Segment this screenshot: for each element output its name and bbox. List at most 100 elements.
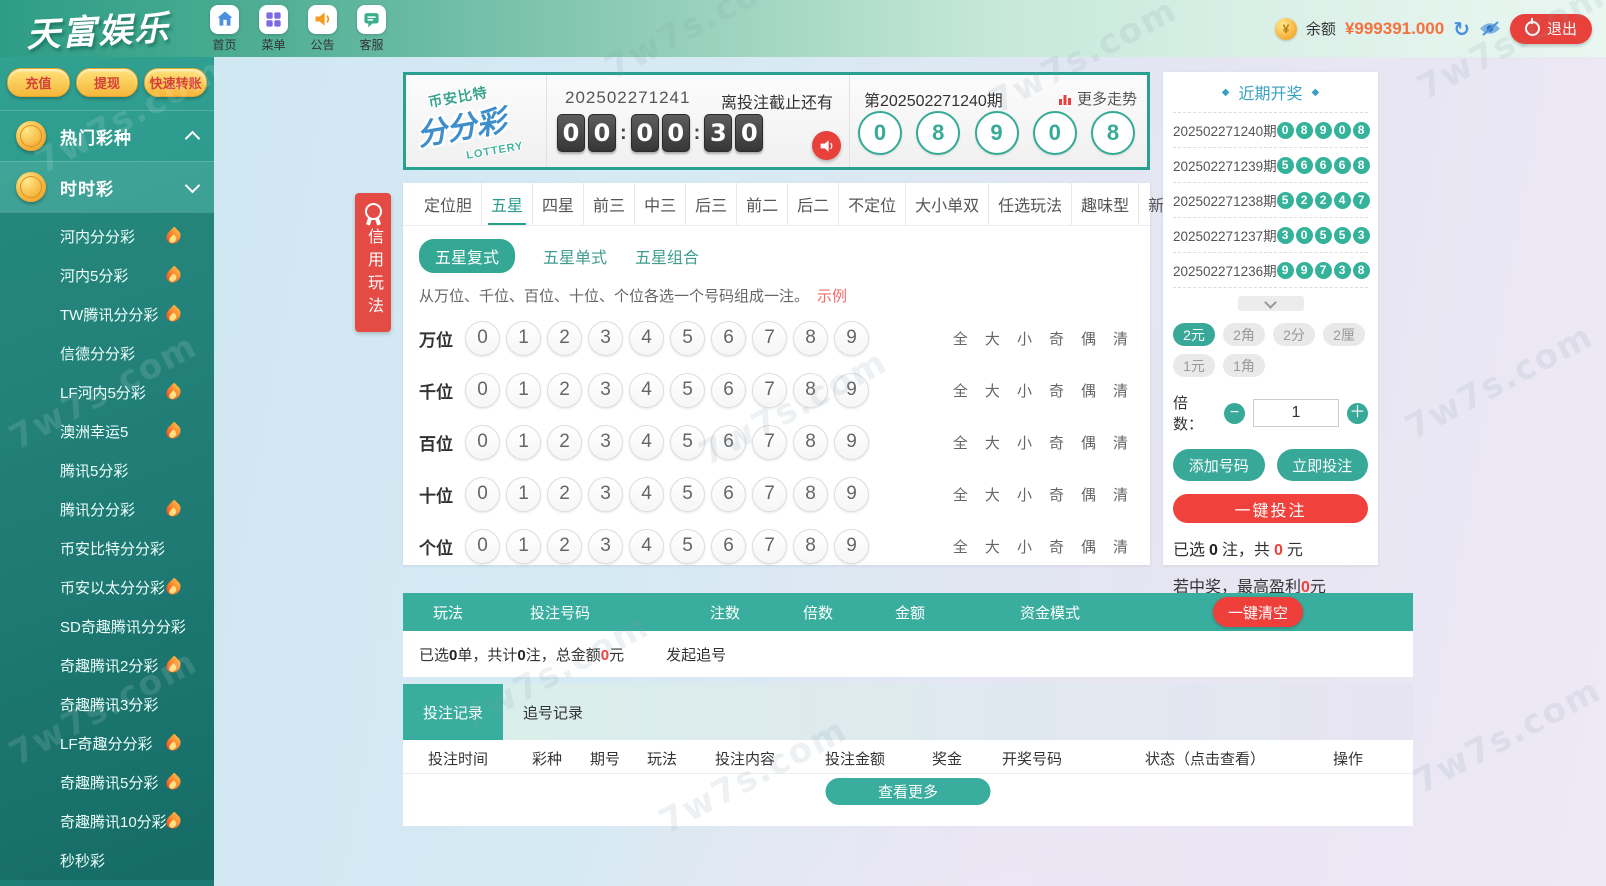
- logout-button[interactable]: 退出: [1509, 13, 1592, 44]
- sidebar-item-lottery[interactable]: 腾讯分分彩: [0, 490, 214, 529]
- view-more-button[interactable]: 查看更多: [825, 778, 991, 805]
- number-ball[interactable]: 4: [629, 372, 664, 408]
- number-ball[interactable]: 2: [547, 528, 582, 564]
- nav-item-menu[interactable]: 菜单: [259, 4, 288, 53]
- number-ball[interactable]: 7: [752, 372, 787, 408]
- number-ball[interactable]: 3: [588, 424, 623, 460]
- plus-button[interactable]: ＋: [1347, 402, 1368, 424]
- sound-button[interactable]: [812, 131, 841, 160]
- expand-recent-button[interactable]: [1237, 295, 1304, 311]
- sidebar-section-hot[interactable]: 热门彩种: [0, 110, 214, 161]
- number-ball[interactable]: 3: [588, 372, 623, 408]
- unit-button[interactable]: 2角: [1223, 323, 1265, 346]
- number-ball[interactable]: 9: [834, 528, 869, 564]
- quick-pick[interactable]: 大: [985, 380, 1000, 401]
- tab-前三[interactable]: 前三: [584, 183, 636, 225]
- tab-五星[interactable]: 五星: [482, 183, 534, 225]
- add-number-button[interactable]: 添加号码: [1173, 449, 1265, 481]
- number-ball[interactable]: 1: [506, 424, 541, 460]
- quick-pick[interactable]: 大: [985, 536, 1000, 557]
- number-ball[interactable]: 7: [752, 320, 787, 356]
- number-ball[interactable]: 6: [711, 372, 746, 408]
- sidebar-item-lottery[interactable]: 奇趣腾讯3分彩: [0, 685, 214, 724]
- quick-pick[interactable]: 大: [985, 328, 1000, 349]
- number-ball[interactable]: 1: [506, 320, 541, 356]
- number-ball[interactable]: 7: [752, 424, 787, 460]
- number-ball[interactable]: 0: [465, 320, 500, 356]
- tab-任选玩法[interactable]: 任选玩法: [989, 183, 1073, 225]
- number-ball[interactable]: 5: [670, 424, 705, 460]
- tab-不定位[interactable]: 不定位: [839, 183, 907, 225]
- number-ball[interactable]: 0: [465, 424, 500, 460]
- quick-pick[interactable]: 小: [1017, 432, 1032, 453]
- number-ball[interactable]: 6: [711, 476, 746, 512]
- quick-pick[interactable]: 全: [953, 380, 968, 401]
- sidebar-item-lottery[interactable]: 秒秒彩: [0, 841, 214, 880]
- mode-tab[interactable]: 五星复式: [419, 239, 516, 273]
- quick-pick[interactable]: 全: [953, 536, 968, 557]
- number-ball[interactable]: 8: [793, 372, 828, 408]
- example-link[interactable]: 示例: [817, 288, 847, 305]
- number-ball[interactable]: 9: [834, 320, 869, 356]
- withdraw-button[interactable]: 提现: [75, 68, 139, 97]
- bet-now-button[interactable]: 立即投注: [1276, 449, 1368, 481]
- number-ball[interactable]: 2: [547, 372, 582, 408]
- one-key-bet-button[interactable]: 一键投注: [1173, 494, 1368, 523]
- unit-button[interactable]: 2厘: [1323, 323, 1365, 346]
- tab-四星[interactable]: 四星: [533, 183, 585, 225]
- minus-button[interactable]: −: [1224, 402, 1245, 424]
- number-ball[interactable]: 6: [711, 424, 746, 460]
- unit-button[interactable]: 2分: [1273, 323, 1315, 346]
- quick-pick[interactable]: 大: [985, 484, 1000, 505]
- unit-button[interactable]: 1元: [1173, 354, 1215, 377]
- tab-后三[interactable]: 后三: [686, 183, 738, 225]
- number-ball[interactable]: 9: [834, 372, 869, 408]
- number-ball[interactable]: 8: [793, 476, 828, 512]
- quick-pick[interactable]: 偶: [1081, 432, 1096, 453]
- tab-中三[interactable]: 中三: [635, 183, 687, 225]
- multiplier-input[interactable]: [1253, 399, 1339, 427]
- sidebar-item-lottery[interactable]: 币安比特分分彩: [0, 529, 214, 568]
- number-ball[interactable]: 4: [629, 528, 664, 564]
- number-ball[interactable]: 1: [506, 372, 541, 408]
- sidebar-item-lottery[interactable]: 河内5分彩: [0, 256, 214, 295]
- number-ball[interactable]: 3: [588, 528, 623, 564]
- sidebar-section-ssc[interactable]: 时时彩: [0, 161, 214, 212]
- number-ball[interactable]: 3: [588, 320, 623, 356]
- credit-play-tag[interactable]: 信用玩法: [355, 193, 391, 332]
- quick-pick[interactable]: 全: [953, 328, 968, 349]
- unit-button[interactable]: 1角: [1223, 354, 1265, 377]
- quick-pick[interactable]: 奇: [1049, 432, 1064, 453]
- sidebar-item-lottery[interactable]: 信德分分彩: [0, 334, 214, 373]
- nav-item-notice[interactable]: 公告: [308, 4, 337, 53]
- sidebar-item-lottery[interactable]: 河内分分彩: [0, 217, 214, 256]
- quick-pick[interactable]: 偶: [1081, 380, 1096, 401]
- mode-tab[interactable]: 五星单式: [543, 244, 607, 268]
- quick-pick[interactable]: 偶: [1081, 484, 1096, 505]
- number-ball[interactable]: 5: [670, 528, 705, 564]
- number-ball[interactable]: 3: [588, 476, 623, 512]
- sidebar-item-lottery[interactable]: LF河内5分彩: [0, 373, 214, 412]
- sidebar-item-lottery[interactable]: 澳洲幸运5: [0, 412, 214, 451]
- quick-pick[interactable]: 偶: [1081, 328, 1096, 349]
- quick-pick[interactable]: 清: [1113, 380, 1128, 401]
- refresh-icon[interactable]: [1453, 19, 1470, 39]
- number-ball[interactable]: 2: [547, 320, 582, 356]
- mode-tab[interactable]: 五星组合: [635, 244, 699, 268]
- sidebar-item-lottery[interactable]: 币安以太分分彩: [0, 568, 214, 607]
- number-ball[interactable]: 4: [629, 476, 664, 512]
- quick-pick[interactable]: 奇: [1049, 380, 1064, 401]
- number-ball[interactable]: 4: [629, 424, 664, 460]
- tab-前二[interactable]: 前二: [737, 183, 789, 225]
- number-ball[interactable]: 7: [752, 528, 787, 564]
- quick-pick[interactable]: 奇: [1049, 484, 1064, 505]
- number-ball[interactable]: 4: [629, 320, 664, 356]
- quick-pick[interactable]: 清: [1113, 328, 1128, 349]
- nav-item-service[interactable]: 客服: [357, 4, 386, 53]
- quick-pick[interactable]: 小: [1017, 536, 1032, 557]
- sidebar-item-lottery[interactable]: 奇趣腾讯10分彩: [0, 802, 214, 841]
- number-ball[interactable]: 1: [506, 476, 541, 512]
- number-ball[interactable]: 0: [465, 372, 500, 408]
- number-ball[interactable]: 8: [793, 424, 828, 460]
- tab-大小单双[interactable]: 大小单双: [906, 183, 990, 225]
